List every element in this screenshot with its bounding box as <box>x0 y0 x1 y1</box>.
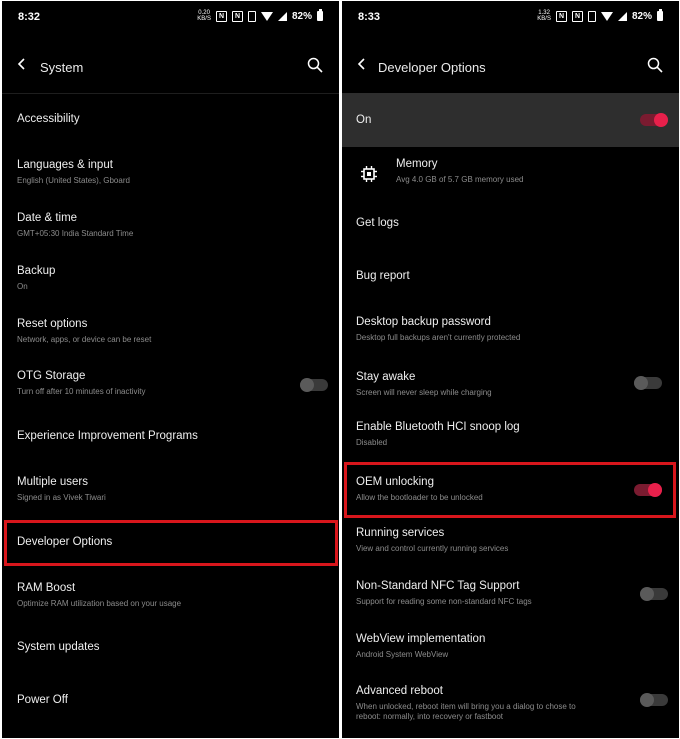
settings-item-power-off[interactable]: Power Off <box>2 694 339 714</box>
battery-percent: 82% <box>291 10 312 22</box>
search-icon[interactable] <box>307 57 323 73</box>
settings-item-multiple-users[interactable]: Multiple users Signed in as Vivek Tiwari <box>2 476 339 506</box>
settings-item-stay-awake[interactable]: Stay awake Screen will never sleep while… <box>342 371 679 401</box>
back-arrow-icon[interactable] <box>356 58 368 70</box>
signal-icon <box>277 11 287 21</box>
status-bar: 8:33 1.32 KB/S N N 82% <box>342 1 679 35</box>
battery-icon <box>317 9 323 21</box>
page-title: Developer Options <box>378 60 486 75</box>
highlight-box <box>344 462 676 518</box>
nfc-tag-support-toggle[interactable] <box>640 587 668 601</box>
nfc-tag-icon: N <box>571 10 583 22</box>
settings-item-webview-implementation[interactable]: WebView implementation Android System We… <box>342 633 679 663</box>
settings-item-system-updates[interactable]: System updates <box>2 641 339 661</box>
vibrate-icon <box>587 10 596 22</box>
search-icon[interactable] <box>647 57 663 73</box>
settings-item-get-logs[interactable]: Get logs <box>342 217 679 237</box>
master-toggle-label: On <box>356 114 372 126</box>
developer-options-toggle[interactable] <box>640 113 668 127</box>
settings-item-reset-options[interactable]: Reset options Network, apps, or device c… <box>2 318 339 348</box>
nfc-icon: N <box>555 10 567 22</box>
status-time: 8:32 <box>18 11 41 23</box>
developer-options-screen: 8:33 1.32 KB/S N N 82% Developer Options … <box>342 1 679 738</box>
page-title: System <box>40 60 84 75</box>
wifi-icon <box>600 11 613 21</box>
divider <box>2 93 339 94</box>
settings-item-experience-improvement[interactable]: Experience Improvement Programs <box>2 430 339 450</box>
net-speed: 0.20 KB/S <box>197 10 211 22</box>
nfc-icon: N <box>215 10 227 22</box>
otg-storage-toggle[interactable] <box>300 378 328 392</box>
stay-awake-toggle[interactable] <box>634 376 662 390</box>
back-arrow-icon[interactable] <box>16 58 28 70</box>
status-time: 8:33 <box>358 11 381 23</box>
status-bar: 8:32 0.20 KB/S N N 82% <box>2 1 339 35</box>
settings-item-bluetooth-hci-snoop-log[interactable]: Enable Bluetooth HCI snoop log Disabled <box>342 421 679 451</box>
settings-item-ram-boost[interactable]: RAM Boost Optimize RAM utilization based… <box>2 582 339 612</box>
settings-item-bug-report[interactable]: Bug report <box>342 270 679 290</box>
settings-item-advanced-reboot[interactable]: Advanced reboot When unlocked, reboot it… <box>342 685 679 730</box>
app-bar: Developer Options <box>342 35 679 93</box>
status-icons: 1.32 KB/S N N 82% <box>537 9 663 22</box>
highlight-box <box>4 520 338 566</box>
advanced-reboot-toggle[interactable] <box>640 693 668 707</box>
settings-item-date-time[interactable]: Date & time GMT+05:30 India Standard Tim… <box>2 212 339 242</box>
settings-item-otg-storage[interactable]: OTG Storage Turn off after 10 minutes of… <box>2 370 339 400</box>
battery-percent: 82% <box>631 10 652 22</box>
net-speed: 1.32 KB/S <box>537 10 551 22</box>
battery-icon <box>657 9 663 21</box>
settings-item-desktop-backup-password[interactable]: Desktop backup password Desktop full bac… <box>342 316 679 346</box>
settings-item-running-services[interactable]: Running services View and control curren… <box>342 527 679 557</box>
nfc-tag-icon: N <box>231 10 243 22</box>
master-toggle-row[interactable]: On <box>342 93 679 147</box>
settings-item-accessibility[interactable]: Accessibility <box>2 113 339 133</box>
vibrate-icon <box>247 10 256 22</box>
app-bar: System <box>2 35 339 93</box>
status-icons: 0.20 KB/S N N 82% <box>197 9 323 22</box>
wifi-icon <box>260 11 273 21</box>
settings-item-languages[interactable]: Languages & input English (United States… <box>2 159 339 189</box>
settings-item-backup[interactable]: Backup On <box>2 265 339 295</box>
signal-icon <box>617 11 627 21</box>
settings-item-nfc-tag-support[interactable]: Non-Standard NFC Tag Support Support for… <box>342 580 679 610</box>
system-settings-screen: 8:32 0.20 KB/S N N 82% System Accessibili… <box>2 1 339 738</box>
settings-item-memory[interactable]: Memory Avg 4.0 GB of 5.7 GB memory used <box>342 158 679 188</box>
